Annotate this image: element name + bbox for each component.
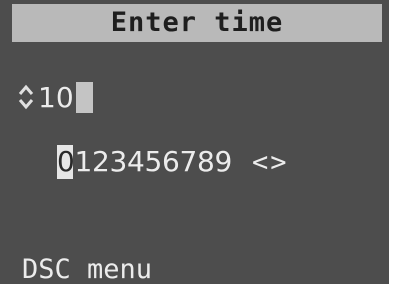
screen-title: Enter time — [12, 4, 382, 42]
digit-option-2[interactable]: 2 — [92, 145, 110, 178]
cursor-move-arrows[interactable]: <> — [252, 147, 289, 178]
text-cursor — [75, 81, 93, 113]
digit-option-1[interactable]: 1 — [75, 145, 93, 178]
digit-option-9[interactable]: 9 — [215, 145, 233, 178]
digit-option-4[interactable]: 4 — [127, 145, 145, 178]
digit-option-8[interactable]: 8 — [197, 145, 215, 178]
time-entry-field[interactable]: 10 — [16, 78, 93, 116]
dsc-menu-softkey[interactable]: DSC menu — [22, 252, 152, 284]
digit-option-3[interactable]: 3 — [110, 145, 128, 178]
digit-list: 0123456789 — [57, 145, 232, 179]
digit-option-7[interactable]: 7 — [180, 145, 198, 178]
digit-option-6[interactable]: 6 — [162, 145, 180, 178]
digit-option-0[interactable]: 0 — [57, 145, 75, 179]
digit-option-5[interactable]: 5 — [145, 145, 163, 178]
time-entry-value: 10 — [38, 80, 74, 114]
display-screen: Enter time 10 0123456789 <> DSC menu — [0, 0, 389, 284]
up-down-arrow-icon — [18, 84, 34, 110]
digit-selector[interactable]: 0123456789 <> — [57, 142, 289, 182]
